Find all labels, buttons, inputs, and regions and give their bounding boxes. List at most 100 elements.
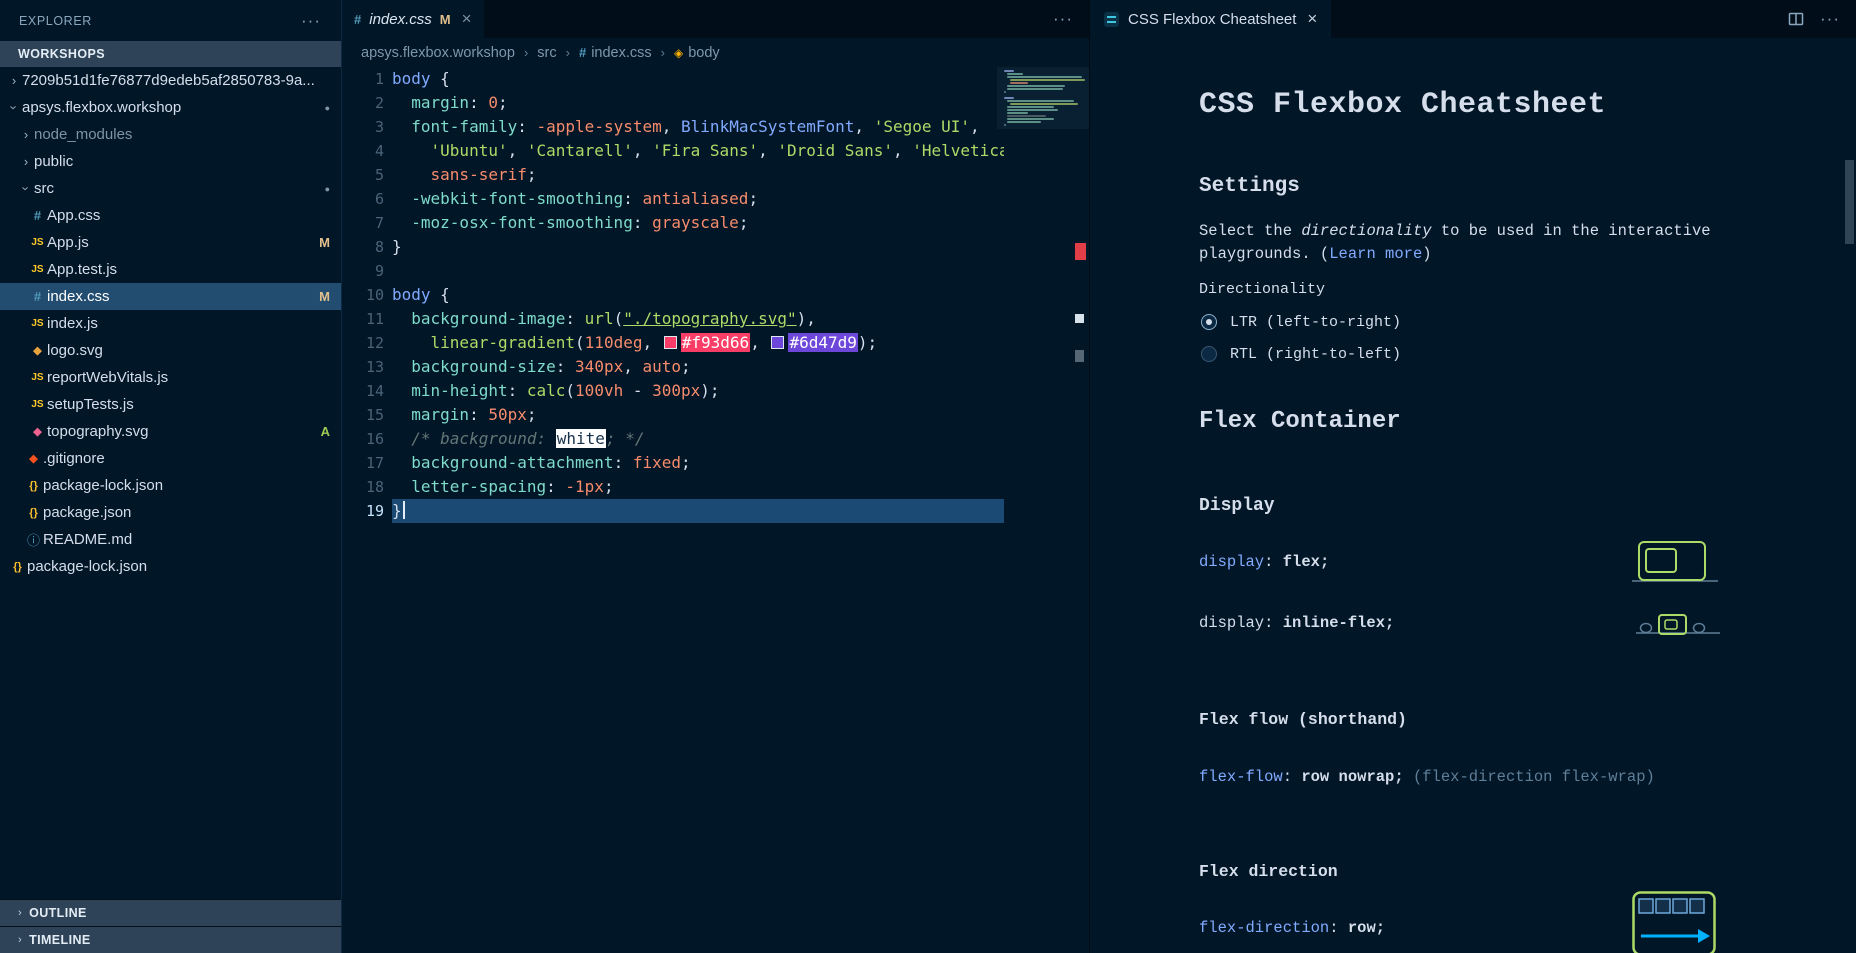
token-p [903,141,913,160]
token-pln: Select the [1199,222,1301,240]
minimap[interactable] [1004,70,1083,127]
tree-item-7209b51d1fe76877d9edeb5af2850783-9a...[interactable]: ›7209b51d1fe76877d9edeb5af2850783-9a... [0,67,341,94]
js-file-icon: JS [28,237,47,248]
code-line-8[interactable]: 8} [342,235,1089,259]
breadcrumb-item-src[interactable]: src [537,45,556,61]
tree-item-src[interactable]: ›src● [0,175,341,202]
token-p [575,309,585,328]
code-line-18[interactable]: 18 letter-spacing: -1px; [342,475,1089,499]
tree-item-reportWebVitals.js[interactable]: JSreportWebVitals.js [0,364,341,391]
code-line-14[interactable]: 14 min-height: calc(100vh - 300px); [342,379,1089,403]
code-line-6[interactable]: 6 -webkit-font-smoothing: antialiased; [342,187,1089,211]
line-number: 17 [342,451,392,475]
code-line-16[interactable]: 16 /* background: white; */ [342,427,1089,451]
code-line-1[interactable]: 1body { [342,67,1089,91]
token-u: ), [797,309,816,328]
tree-item-public[interactable]: ›public [0,148,341,175]
tree-item-App.css[interactable]: #App.css [0,202,341,229]
svg-file-link[interactable]: "./topography.svg" [623,309,796,328]
webview-tab-close-icon[interactable]: × [1307,9,1317,29]
code-line-12[interactable]: 12 linear-gradient(110deg, #f93d66, #6d4… [342,331,1089,355]
token-bold: row; [1348,919,1385,937]
code-line-content: 'Ubuntu', 'Cantarell', 'Fira Sans', 'Dro… [392,139,1004,163]
flex-flow-heading: Flex flow (shorthand) [1199,710,1407,729]
flex-flow-link[interactable]: flex-flow [1199,768,1283,786]
radio-rtl[interactable]: RTL (right-to-left) [1201,344,1401,364]
token-k: body [392,69,431,88]
tree-item-logo.svg[interactable]: ◆logo.svg [0,337,341,364]
token-pr: background-attachment [411,453,613,472]
code-line-17[interactable]: 17 background-attachment: fixed; [342,451,1089,475]
code-area[interactable]: 1body {2 margin: 0;3 font-family: -apple… [342,67,1089,953]
learn-more-link[interactable]: Learn more [1329,245,1422,263]
token-u: } [392,501,402,520]
code-line-10[interactable]: 10body { [342,283,1089,307]
tree-item-nodemodules[interactable]: ›node_modules [0,121,341,148]
editor-more-button[interactable]: ··· [1053,13,1073,25]
token-u: : [517,117,527,136]
flex-direction-link[interactable]: flex-direction [1199,919,1329,937]
code-line-19[interactable]: 19} [342,499,1089,523]
tab-cheatsheet[interactable]: CSS Flexbox Cheatsheet × [1090,0,1331,38]
token-u: ; [498,93,508,112]
display-link[interactable]: display [1199,553,1264,571]
code-line-15[interactable]: 15 margin: 50px; [342,403,1089,427]
tree-item-index.js[interactable]: JSindex.js [0,310,341,337]
token-k: body [392,285,431,304]
webview-scrollbar-thumb[interactable] [1845,160,1854,244]
code-line-content: body { [392,67,1004,91]
token-gray: (flex-direction flex-wrap) [1404,768,1655,786]
code-line-9[interactable]: 9 [342,259,1089,283]
tree-item-package-lock.json[interactable]: {}package-lock.json [0,553,341,580]
breadcrumb-item-index-css[interactable]: index.css [591,45,651,61]
line-number: 2 [342,91,392,115]
token-p [642,213,652,232]
minimap-line [1007,100,1074,102]
outline-section-header[interactable]: › OUTLINE [0,899,341,926]
tab-index-css[interactable]: # index.css M × [342,0,484,38]
token-pln: : [1283,768,1302,786]
token-p [556,477,566,496]
code-line-13[interactable]: 13 background-size: 340px, auto; [342,355,1089,379]
explorer-more-button[interactable]: ··· [301,15,321,27]
code-line-11[interactable]: 11 background-image: url("./topography.s… [342,307,1089,331]
code-line-content: min-height: calc(100vh - 300px); [392,379,1004,403]
tree-item-apsys.flexbox.workshop[interactable]: ›apsys.flexbox.workshop● [0,94,341,121]
code-line-7[interactable]: 7 -moz-osx-font-smoothing: grayscale; [342,211,1089,235]
tree-item-App.js[interactable]: JSApp.jsM [0,229,341,256]
token-p [479,93,489,112]
radio-ltr[interactable]: LTR (left-to-right) [1201,312,1401,332]
radio-rtl-label: RTL (right-to-left) [1230,346,1401,363]
timeline-section-header[interactable]: › TIMELINE [0,926,341,953]
token-p [392,429,411,448]
tree-item-package.json[interactable]: {}package.json [0,499,341,526]
token-s: 'Droid Sans' [777,141,893,160]
tab-modified-badge: M [440,12,451,27]
tab-close-icon[interactable]: × [462,9,472,29]
code-line-5[interactable]: 5 sans-serif; [342,163,1089,187]
radio-button-icon[interactable] [1201,346,1217,362]
split-editor-button[interactable] [1788,11,1804,27]
tree-item-package-lock.json[interactable]: {}package-lock.json [0,472,341,499]
line-number: 8 [342,235,392,259]
token-u: : [556,357,566,376]
tree-item-README.md[interactable]: ⓘREADME.md [0,526,341,553]
code-line-2[interactable]: 2 margin: 0; [342,91,1089,115]
tree-item-topography.svg[interactable]: ◆topography.svgA [0,418,341,445]
webview-more-button[interactable]: ··· [1820,13,1840,25]
tree-item-.gitignore[interactable]: ◆.gitignore [0,445,341,472]
radio-button-icon[interactable] [1201,314,1217,330]
chevron-down-icon: › [7,100,22,116]
tree-item-index.css[interactable]: #index.cssM [0,283,341,310]
tree-item-setupTests.js[interactable]: JSsetupTests.js [0,391,341,418]
file-label: setupTests.js [47,396,134,413]
breadcrumb-separator: › [524,45,528,60]
token-p [623,453,633,472]
workshops-section-header[interactable]: WORKSHOPS [0,41,341,67]
breadcrumb-item-body[interactable]: body [688,45,719,61]
tree-item-App.test.js[interactable]: JSApp.test.js [0,256,341,283]
code-line-4[interactable]: 4 'Ubuntu', 'Cantarell', 'Fira Sans', 'D… [342,139,1089,163]
token-u: ; [527,165,537,184]
breadcrumb-item-workspace[interactable]: apsys.flexbox.workshop [361,45,515,61]
code-line-3[interactable]: 3 font-family: -apple-system, BlinkMacSy… [342,115,1089,139]
